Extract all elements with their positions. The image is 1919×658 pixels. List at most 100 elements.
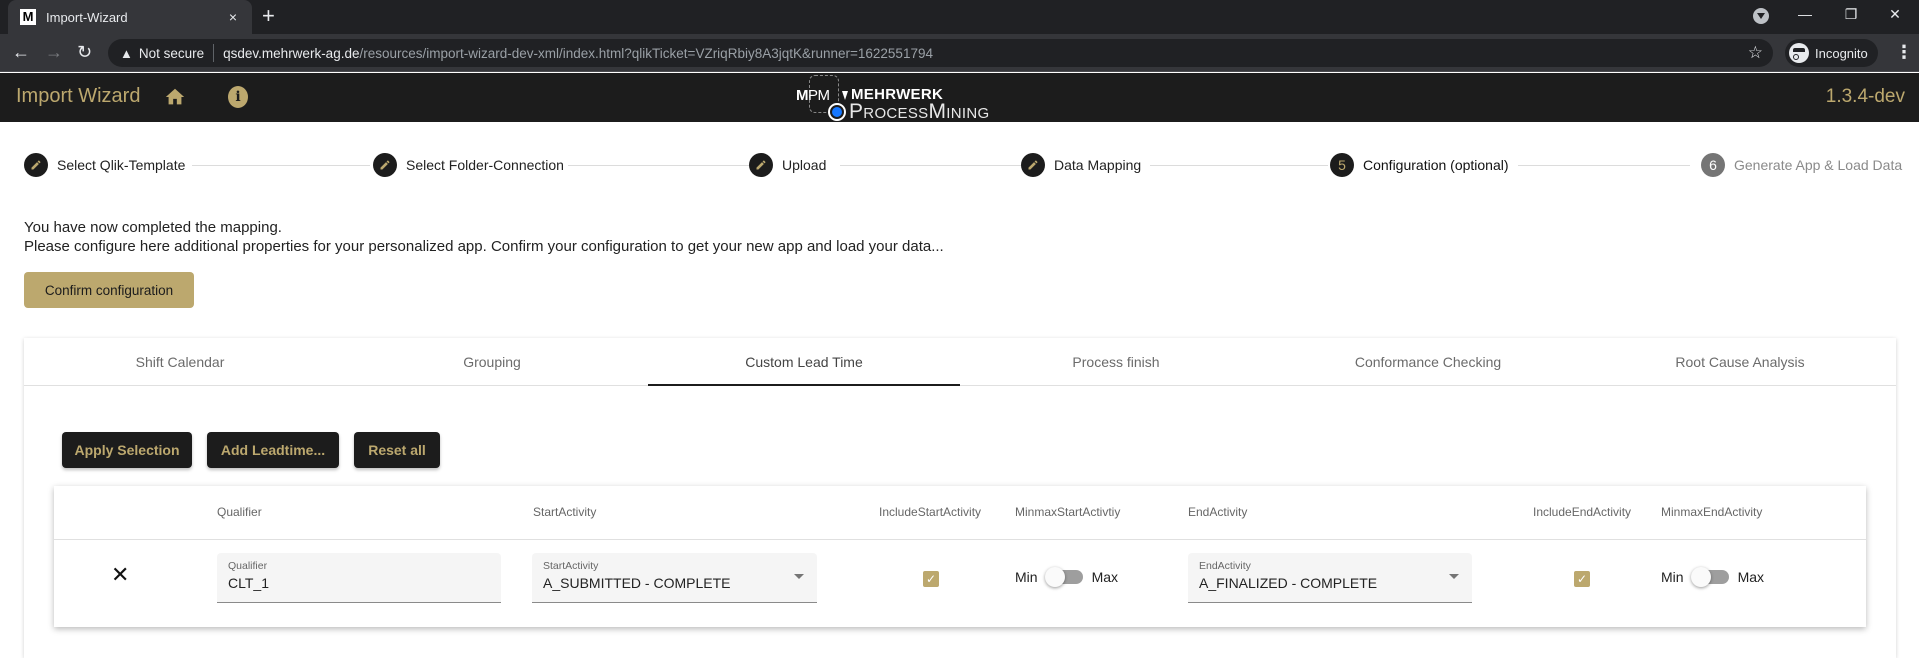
mpm-logo: MPM MEHRWERK ProcessMining: [796, 75, 1026, 123]
app-header: Import Wizard i MPM MEHRWERK ProcessMini…: [0, 73, 1919, 123]
info-icon[interactable]: i: [228, 86, 248, 108]
step-connector: [1518, 165, 1690, 166]
warning-icon: ▲: [120, 45, 133, 61]
step-number: 5: [1330, 153, 1354, 177]
omnibox-separator: [213, 44, 215, 62]
toggle-knob: [1044, 567, 1065, 587]
field-label: Qualifier: [228, 560, 268, 572]
step-select-qlik-template[interactable]: Select Qlik-Template: [24, 153, 185, 177]
apply-selection-button[interactable]: Apply Selection: [62, 432, 192, 468]
logo-mpm: MPM: [796, 87, 830, 104]
include-start-checkbox[interactable]: ✓: [923, 571, 939, 587]
qualifier-input[interactable]: Qualifier CLT_1: [217, 553, 501, 603]
security-label[interactable]: Not secure: [139, 46, 204, 61]
column-header-qualifier: Qualifier: [217, 505, 262, 519]
tab-grouping[interactable]: Grouping: [336, 338, 648, 385]
step-configuration[interactable]: 5 Configuration (optional): [1330, 153, 1509, 177]
step-connector: [568, 165, 766, 166]
tab-custom-lead-time[interactable]: Custom Lead Time: [648, 338, 960, 386]
include-end-checkbox[interactable]: ✓: [1574, 571, 1590, 587]
step-upload[interactable]: Upload: [749, 153, 826, 177]
step-label: Upload: [782, 157, 827, 173]
column-header-end-activity: EndActivity: [1188, 505, 1248, 519]
confirm-configuration-button[interactable]: Confirm configuration: [24, 272, 194, 308]
incognito-profile-button[interactable]: Incognito: [1785, 39, 1878, 67]
app-title: Import Wizard: [16, 85, 141, 107]
logo-product: ProcessMining: [849, 100, 990, 123]
toggle-max-label: Max: [1091, 569, 1119, 585]
minmax-end-toggle-group: Min Max: [1661, 567, 1765, 587]
app-version: 1.3.4-dev: [1825, 86, 1905, 107]
table-row: ✕ Qualifier CLT_1 StartActivity A_SUBMIT…: [54, 541, 1866, 627]
minimize-button[interactable]: —: [1795, 6, 1815, 22]
minmax-end-toggle[interactable]: [1690, 567, 1729, 587]
pencil-icon: [749, 153, 773, 177]
toggle-max-label: Max: [1737, 569, 1765, 585]
configuration-tabs: Shift Calendar Grouping Custom Lead Time…: [24, 338, 1896, 386]
column-header-start-activity: StartActivity: [533, 505, 597, 519]
lead-time-table: Qualifier StartActivity IncludeStartActi…: [54, 486, 1866, 627]
column-header-minmax-end: MinmaxEndActivity: [1661, 505, 1763, 519]
column-header-minmax-start: MinmaxStartActivtiy: [1015, 505, 1121, 519]
step-label: Configuration (optional): [1363, 157, 1509, 173]
url-field[interactable]: ▲ Not secure qsdev.mehrwerk-ag.de/resour…: [108, 39, 1773, 67]
pencil-icon: [24, 153, 48, 177]
add-leadtime-button[interactable]: Add Leadtime...: [207, 432, 339, 468]
intro-line-1: You have now completed the mapping.: [24, 219, 282, 236]
field-label: EndActivity: [1199, 560, 1251, 572]
profile-label: Incognito: [1815, 45, 1868, 61]
field-value: CLT_1: [228, 575, 269, 591]
tab-title: Import-Wizard: [46, 9, 128, 25]
step-connector: [840, 165, 1030, 166]
pencil-icon: [373, 153, 397, 177]
dropdown-arrow-icon: [1449, 574, 1459, 579]
step-connector: [1150, 165, 1328, 166]
minmax-start-toggle-group: Min Max: [1015, 567, 1119, 587]
end-activity-select[interactable]: EndActivity A_FINALIZED - COMPLETE: [1188, 553, 1472, 603]
tab-shift-calendar[interactable]: Shift Calendar: [24, 338, 336, 385]
column-header-include-start: IncludeStartActivity: [879, 505, 982, 519]
step-select-folder-connection[interactable]: Select Folder-Connection: [373, 153, 564, 177]
field-value: A_SUBMITTED - COMPLETE: [543, 575, 731, 591]
minmax-start-toggle[interactable]: [1044, 567, 1083, 587]
bookmark-star-icon[interactable]: ☆: [1748, 43, 1763, 63]
back-button[interactable]: ←: [12, 42, 30, 62]
step-connector: [192, 165, 370, 166]
browser-menu-icon[interactable]: ⋮: [1895, 42, 1913, 62]
field-value: A_FINALIZED - COMPLETE: [1199, 575, 1378, 591]
tab-search-icon[interactable]: [1753, 8, 1769, 24]
toggle-knob: [1690, 567, 1711, 587]
table-header: Qualifier StartActivity IncludeStartActi…: [54, 486, 1866, 540]
delete-row-icon[interactable]: ✕: [111, 562, 129, 588]
intro-text: You have now completed the mapping. Plea…: [24, 218, 944, 256]
reset-all-button[interactable]: Reset all: [354, 432, 440, 468]
address-bar: ← → ↻ ▲ Not secure qsdev.mehrwerk-ag.de /…: [0, 34, 1919, 72]
forward-button[interactable]: →: [45, 42, 63, 62]
browser-tab[interactable]: M Import-Wizard ×: [8, 0, 252, 34]
favicon-icon: M: [20, 9, 36, 25]
home-icon[interactable]: [164, 86, 186, 108]
step-label: Data Mapping: [1054, 157, 1142, 173]
tab-root-cause-analysis[interactable]: Root Cause Analysis: [1584, 338, 1896, 385]
logo-dot-icon: [828, 103, 846, 121]
tab-conformance-checking[interactable]: Conformance Checking: [1272, 338, 1584, 385]
wizard-stepper: Select Qlik-Template Select Folder-Conne…: [24, 153, 1904, 177]
restore-button[interactable]: ❐: [1841, 6, 1861, 23]
tab-close-icon[interactable]: ×: [224, 9, 242, 25]
intro-line-2: Please configure here additional propert…: [24, 238, 944, 255]
logo-triangle-icon: [842, 91, 848, 100]
toggle-min-label: Min: [1661, 569, 1684, 585]
tab-process-finish[interactable]: Process finish: [960, 338, 1272, 385]
column-header-include-end: IncludeEndActivity: [1533, 505, 1632, 519]
field-label: StartActivity: [543, 560, 599, 572]
new-tab-button[interactable]: +: [262, 5, 275, 27]
step-number: 6: [1701, 153, 1725, 177]
start-activity-select[interactable]: StartActivity A_SUBMITTED - COMPLETE: [532, 553, 817, 603]
pencil-icon: [1021, 153, 1045, 177]
step-label: Generate App & Load Data: [1734, 157, 1903, 173]
url-host: qsdev.mehrwerk-ag.de: [223, 45, 360, 61]
reload-button[interactable]: ↻: [77, 42, 92, 62]
step-data-mapping[interactable]: Data Mapping: [1021, 153, 1141, 177]
step-generate-app[interactable]: 6 Generate App & Load Data: [1701, 153, 1902, 177]
window-close-button[interactable]: ✕: [1885, 6, 1905, 23]
